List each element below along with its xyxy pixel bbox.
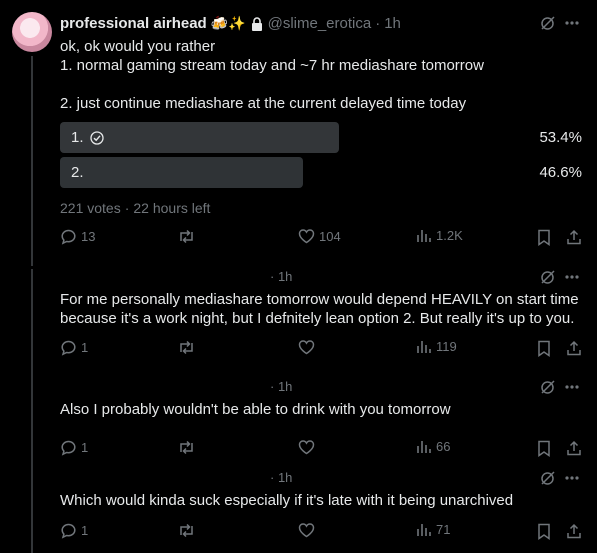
repost-icon <box>177 522 196 539</box>
grok-icon[interactable] <box>540 470 556 486</box>
bookmark-icon[interactable] <box>537 440 551 457</box>
views-icon <box>416 339 432 354</box>
reply-icon <box>60 439 77 456</box>
more-icon[interactable] <box>565 21 579 25</box>
bookmark-icon[interactable] <box>537 523 551 540</box>
poll: 1. 53.4% 2. 46.6% <box>60 122 582 188</box>
reply-time[interactable]: · 1h <box>270 470 292 485</box>
post-time[interactable]: 1h <box>384 15 401 32</box>
reply-button[interactable]: 1 <box>60 522 88 539</box>
thread-line <box>31 470 33 553</box>
like-button[interactable] <box>298 339 315 355</box>
bookmark-icon[interactable] <box>537 340 551 357</box>
views-button[interactable]: 71 <box>416 522 450 537</box>
reply-time[interactable]: · 1h <box>270 269 292 284</box>
like-button[interactable] <box>298 439 315 455</box>
share-icon[interactable] <box>566 229 582 245</box>
post-text: ok, ok would you rather 1. normal gaming… <box>60 38 484 112</box>
reply-icon <box>60 228 77 245</box>
repost-icon <box>177 228 196 245</box>
reply-time[interactable]: · 1h <box>270 379 292 394</box>
repost-button[interactable] <box>177 339 196 356</box>
grok-icon[interactable] <box>540 15 556 31</box>
poll-option-2-label: 2. <box>71 164 84 181</box>
reply-button[interactable]: 1 <box>60 439 88 456</box>
grok-icon[interactable] <box>540 269 556 285</box>
poll-option-2-percent: 46.6% <box>539 164 582 181</box>
repost-icon <box>177 339 196 356</box>
post-header: professional airhead 🍻✨ @slime_erotica ·… <box>60 15 401 32</box>
repost-button[interactable] <box>177 522 196 539</box>
lock-icon <box>250 16 264 32</box>
more-icon[interactable] <box>565 476 579 480</box>
reply-button[interactable]: 13 <box>60 228 95 245</box>
views-count: 71 <box>436 522 451 537</box>
more-icon[interactable] <box>565 275 579 279</box>
views-button[interactable]: 1.2K <box>416 228 463 243</box>
share-icon[interactable] <box>566 340 582 356</box>
poll-meta-separator: · <box>124 200 130 216</box>
reply-count: 1 <box>81 440 89 455</box>
display-name[interactable]: professional airhead <box>60 15 207 32</box>
handle[interactable]: @slime_erotica <box>268 15 372 32</box>
reply-text: Also I probably wouldn't be able to drin… <box>60 401 451 418</box>
name-emojis: 🍻✨ <box>210 15 246 31</box>
like-icon <box>298 228 315 244</box>
reply-actions: 1 66 <box>60 439 582 459</box>
reply-actions: 1 71 <box>60 522 582 542</box>
views-count: 66 <box>436 439 451 454</box>
like-icon <box>298 439 315 455</box>
poll-option-1-percent: 53.4% <box>539 129 582 146</box>
views-count: 1.2K <box>436 228 463 243</box>
poll-time-left: 22 hours left <box>133 200 211 216</box>
reply-icon <box>60 522 77 539</box>
reply-button[interactable]: 1 <box>60 339 88 356</box>
share-icon[interactable] <box>566 523 582 539</box>
like-icon <box>298 339 315 355</box>
views-icon <box>416 522 432 537</box>
reply-actions: 1 119 <box>60 339 582 359</box>
views-button[interactable]: 66 <box>416 439 450 454</box>
like-button[interactable]: 104 <box>298 228 341 244</box>
check-circle-icon <box>89 130 104 145</box>
reply-count: 1 <box>81 523 89 538</box>
reply-count: 1 <box>81 340 89 355</box>
like-icon <box>298 522 315 538</box>
bookmark-icon[interactable] <box>537 229 551 246</box>
separator: · <box>375 15 381 32</box>
repost-button[interactable] <box>177 228 200 245</box>
grok-icon[interactable] <box>540 379 556 395</box>
repost-icon <box>177 439 196 456</box>
repost-button[interactable] <box>177 439 196 456</box>
share-icon[interactable] <box>566 440 582 456</box>
views-icon <box>416 228 432 243</box>
reply-icon <box>60 339 77 356</box>
thread-line <box>31 56 33 266</box>
more-icon[interactable] <box>565 385 579 389</box>
thread-line <box>31 269 33 379</box>
views-count: 119 <box>436 339 457 354</box>
views-icon <box>416 439 432 454</box>
reply-text: For me personally mediashare tomorrow wo… <box>60 291 579 327</box>
post-actions: 13 104 1.2K <box>60 228 582 248</box>
views-button[interactable]: 119 <box>416 339 457 354</box>
avatar[interactable] <box>12 12 52 52</box>
poll-option-2-bar[interactable] <box>60 157 303 188</box>
reply-count: 13 <box>81 229 96 244</box>
reply-text: Which would kinda suck especially if it'… <box>60 492 514 509</box>
like-button[interactable] <box>298 522 315 538</box>
poll-meta: 221 votes · 22 hours left <box>60 200 210 216</box>
poll-option-1-label: 1. <box>71 129 84 146</box>
poll-votes: 221 votes <box>60 200 121 216</box>
like-count: 104 <box>319 228 341 244</box>
